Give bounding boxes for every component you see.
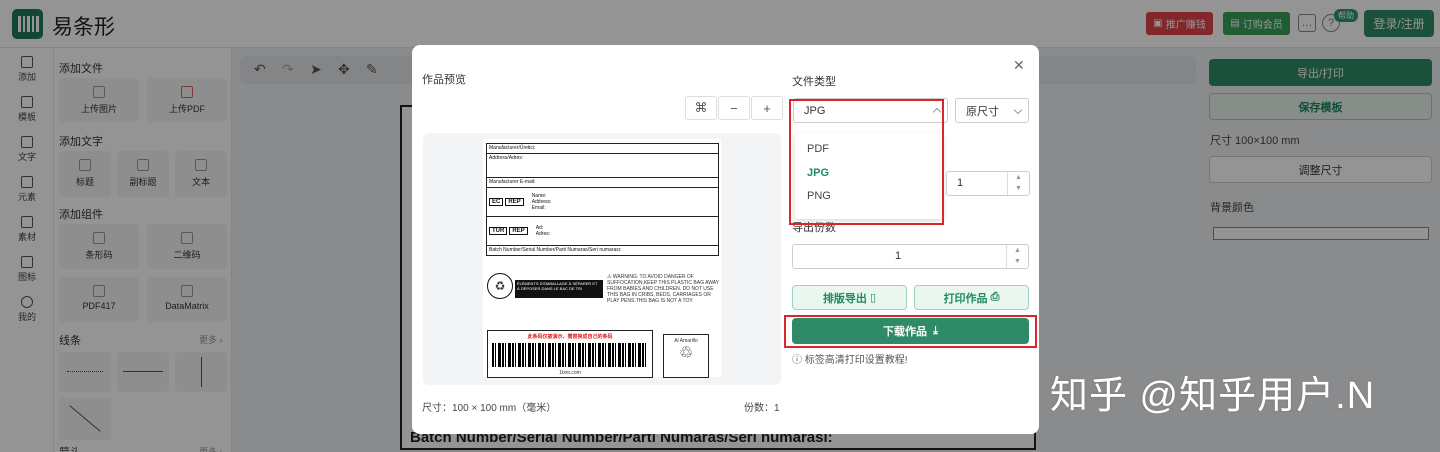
preview-area: Manufacturer/Üretici: Address/Adres: Man… [423,133,781,385]
watermark: 知乎 @知乎用户.N [1050,375,1376,417]
preview-address: Address/Adres: [486,153,719,178]
dpi-stepper[interactable]: 1 ▲ ▼ [946,171,1030,196]
barcode-bars [492,343,648,367]
preview-ec-rep: EC REP Name: Address: Email: [486,187,719,217]
export-modal: ✕ 作品预览 ⌘ − + Manufacturer/Üretici: Addre… [412,45,1039,434]
preview-tur-rep: TUR REP Ad: Adres: [486,216,719,246]
modal-title: 作品预览 [422,74,466,86]
layout-export-button[interactable]: 排版导出 ▯ [792,285,907,310]
close-icon[interactable]: ✕ [1013,57,1025,74]
file-type-label: 文件类型 [792,76,836,88]
plus-icon: + [763,100,771,116]
preview-barcode: 此条码仅被演示，需替换成自己的条码 1txm.com [487,330,653,378]
print-tip-link[interactable]: ⓘ 标签高清打印设置教程! [792,351,908,366]
minus-icon: − [730,100,738,116]
fit-icon: ⌘ [694,100,708,115]
copies-stepper[interactable]: 1 ▲ ▼ [792,244,1029,269]
trash-person-icon: ♲ [678,345,694,362]
preview-batch: Batch Number/Serial Number/Parti Numaras… [486,245,719,256]
preview-warning: ⚠ WARNING: TO AVOID DANGER OF SUFFOCATIO… [607,274,719,304]
fit-screen-button[interactable]: ⌘ [685,96,717,120]
file-icon: ▯ [870,292,877,304]
print-work-button[interactable]: 打印作品 ⎙ [914,285,1029,310]
recycle-icon: ♻ [487,273,513,299]
footer-copies: 份数：1 [744,403,780,414]
preview-amarillo: Al Amarillo ♲ [663,334,709,378]
zoom-out-button[interactable]: − [718,96,750,120]
highlight-download [784,315,1037,348]
size-mode-select[interactable]: 原尺寸 [955,98,1029,123]
stepper-arrows[interactable]: ▲ ▼ [1007,172,1029,195]
label-preview: Manufacturer/Üretici: Address/Adres: Man… [483,139,721,378]
footer-size: 尺寸：100 × 100 mm（毫米） [422,403,557,414]
highlight-file-type [789,99,944,225]
printer-icon: ⎙ [990,291,1000,303]
preview-recycle-text: ÉLÉMENTS D'EMBALLAGE À SÉPARER ET À DÉPO… [515,280,603,298]
info-icon: ⓘ [792,355,802,366]
chevron-down-icon [1013,105,1023,115]
stepper-arrows[interactable]: ▲ ▼ [1006,245,1028,268]
zoom-in-button[interactable]: + [751,96,783,120]
